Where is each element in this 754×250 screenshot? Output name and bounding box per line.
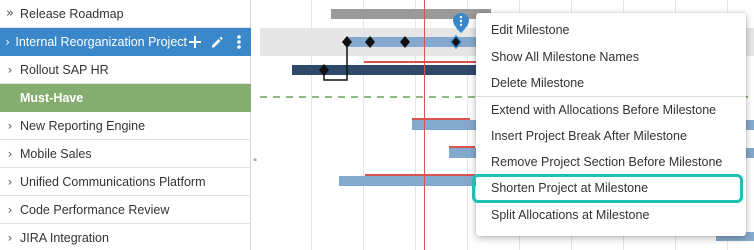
project-name: Unified Communications Platform <box>20 174 206 189</box>
milestone-menu-pin-icon[interactable] <box>452 12 470 34</box>
project-row-release-roadmap[interactable]: » Release Roadmap <box>0 0 251 28</box>
menu-item-insert-project-break[interactable]: Insert Project Break After Milestone <box>476 123 746 149</box>
project-name: Internal Reorganization Project <box>15 34 187 49</box>
chevron-right-icon[interactable]: › <box>0 175 20 189</box>
section-row-must-have[interactable]: Must-Have <box>0 84 251 112</box>
pencil-icon[interactable] <box>209 34 225 50</box>
project-row-new-reporting-engine[interactable]: › New Reporting Engine <box>0 112 251 140</box>
section-name: Must-Have <box>20 90 84 105</box>
menu-item-edit-milestone[interactable]: Edit Milestone <box>476 17 746 43</box>
project-row-unified-communications[interactable]: › Unified Communications Platform <box>0 168 251 196</box>
project-row-rollout-sap-hr[interactable]: › Rollout SAP HR <box>0 56 251 84</box>
highlight-outline <box>472 174 743 203</box>
project-name: JIRA Integration <box>20 231 109 245</box>
chevron-right-icon[interactable]: › <box>0 147 20 161</box>
menu-item-extend-with-allocations[interactable]: Extend with Allocations Before Milestone <box>476 97 746 123</box>
pane-resize-handle[interactable]: " <box>253 158 257 168</box>
menu-item-split-allocations[interactable]: Split Allocations at Milestone <box>476 202 746 228</box>
chevron-right-icon[interactable]: › <box>0 231 20 245</box>
project-name: Code Performance Review <box>20 202 170 217</box>
menu-item-show-all-milestone-names[interactable]: Show All Milestone Names <box>476 44 746 70</box>
project-name: Release Roadmap <box>20 6 124 21</box>
chevron-right-icon[interactable]: › <box>0 119 20 133</box>
row-actions <box>187 34 247 50</box>
project-name: Rollout SAP HR <box>20 62 109 77</box>
project-row-code-performance-review[interactable]: › Code Performance Review <box>0 196 251 224</box>
menu-item-delete-milestone[interactable]: Delete Milestone <box>476 70 746 96</box>
chevron-right-icon[interactable]: › <box>0 63 20 77</box>
chevron-right-icon[interactable]: › <box>0 203 20 217</box>
chevron-right-icon[interactable]: › <box>0 35 15 49</box>
project-row-mobile-sales[interactable]: › Mobile Sales <box>0 140 251 168</box>
plus-icon[interactable] <box>187 34 203 50</box>
menu-item-remove-project-section[interactable]: Remove Project Section Before Milestone <box>476 149 746 175</box>
project-name: Mobile Sales <box>20 146 92 161</box>
project-name: New Reporting Engine <box>20 118 146 133</box>
project-row-internal-reorganization[interactable]: › Internal Reorganization Project <box>0 28 251 56</box>
project-list: » Release Roadmap › Internal Reorganizat… <box>0 0 251 250</box>
more-vertical-icon[interactable] <box>231 34 247 50</box>
double-chevron-right-icon[interactable]: » <box>0 6 20 21</box>
project-row-jira-integration[interactable]: › JIRA Integration <box>0 224 251 250</box>
